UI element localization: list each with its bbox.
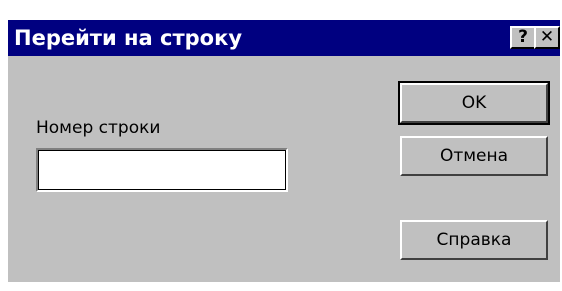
close-icon[interactable]: ✕ bbox=[534, 26, 560, 49]
cancel-button[interactable]: Отмена bbox=[400, 136, 548, 176]
ok-button[interactable]: OK bbox=[398, 81, 550, 125]
window-title: Перейти на строку bbox=[14, 26, 243, 50]
title-bar: Перейти на строку ? ✕ bbox=[8, 20, 560, 56]
line-number-label: Номер строки bbox=[36, 118, 161, 138]
help-icon[interactable]: ? bbox=[510, 26, 536, 49]
goto-line-dialog: Перейти на строку ? ✕ Номер строки OK От… bbox=[8, 20, 560, 282]
line-number-input[interactable] bbox=[36, 148, 288, 192]
help-button[interactable]: Справка bbox=[400, 220, 548, 260]
